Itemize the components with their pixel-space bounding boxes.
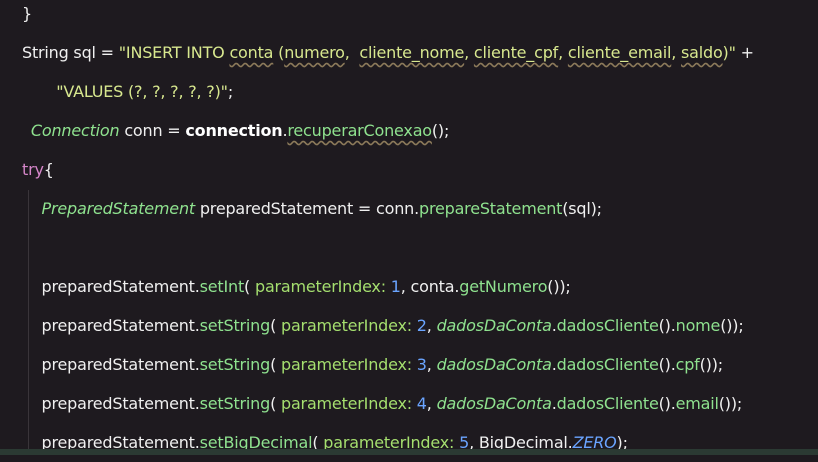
code-token: getNumero — [459, 277, 548, 296]
code-token: setInt — [199, 277, 245, 296]
code-line[interactable]: String sql = "INSERT INTO conta (numero,… — [22, 33, 754, 72]
code-token: 2 — [411, 316, 427, 335]
code-token: + — [735, 43, 754, 62]
code-token: ()); — [547, 277, 571, 296]
code-token: conta — [229, 43, 274, 62]
code-token: , — [671, 43, 681, 62]
code-token: } — [22, 4, 32, 23]
code-token: recuperarConexao — [287, 121, 432, 140]
code-token: , — [344, 43, 360, 62]
code-token: , — [426, 355, 437, 374]
horizontal-scrollbar[interactable] — [0, 449, 818, 455]
code-token: , — [464, 43, 474, 62]
code-line[interactable]: PreparedStatement preparedStatement = co… — [22, 189, 603, 228]
code-token: , — [426, 394, 437, 413]
code-token: ()); — [718, 394, 743, 413]
code-editor[interactable]: } String sql = "INSERT INTO conta (numero… — [0, 0, 818, 455]
code-token: email — [675, 394, 719, 413]
code-line[interactable]: preparedStatement.setString( parameterIn… — [22, 345, 724, 384]
code-token: cpf — [675, 355, 700, 374]
code-token: dadosDaConta — [436, 355, 552, 374]
code-line[interactable]: } — [22, 0, 32, 33]
code-line[interactable]: preparedStatement.setInt( parameterIndex… — [22, 267, 571, 306]
code-line[interactable]: preparedStatement.setBigDecimal( paramet… — [22, 423, 628, 462]
code-token: , — [426, 316, 437, 335]
code-token: connection — [185, 121, 283, 140]
code-token: numero — [284, 43, 345, 62]
code-token: preparedStatement. — [41, 316, 200, 335]
code-token: ( — [270, 394, 281, 413]
code-token: ( — [270, 316, 281, 335]
code-line[interactable]: preparedStatement.setString( parameterIn… — [22, 384, 743, 423]
code-token: preparedStatement. — [41, 394, 200, 413]
code-token: 4 — [411, 394, 427, 413]
code-token: setString — [199, 355, 271, 374]
code-token: dadosDaConta — [436, 316, 552, 335]
code-token: conn = — [119, 121, 186, 140]
code-token: "VALUES (?, ?, ?, ?, ?)" — [56, 82, 228, 101]
code-token: ()); — [720, 316, 744, 335]
code-token: cliente_nome — [359, 43, 465, 62]
code-token: preparedStatement. — [41, 355, 200, 374]
code-token: cliente_email — [567, 43, 672, 62]
code-token: PreparedStatement — [41, 199, 196, 218]
code-token: parameterIndex: — [254, 277, 386, 296]
code-line[interactable]: preparedStatement.setString( parameterIn… — [22, 306, 744, 345]
code-token: ( — [270, 355, 281, 374]
code-token: (). — [658, 394, 676, 413]
code-token: parameterIndex: — [281, 355, 412, 374]
code-token: String sql = — [22, 43, 119, 62]
code-line[interactable]: Connection conn = connection.recuperarCo… — [26, 111, 449, 150]
code-token: 3 — [411, 355, 427, 374]
code-token: nome — [675, 316, 721, 335]
code-token: try — [22, 160, 44, 179]
code-token: preparedStatement = conn. — [194, 199, 419, 218]
code-token: ; — [227, 82, 234, 101]
code-line[interactable]: try{ — [22, 150, 54, 189]
code-token: parameterIndex: — [281, 394, 412, 413]
code-token: , conta. — [400, 277, 460, 296]
code-token: "INSERT INTO — [118, 43, 230, 62]
code-token: setString — [199, 316, 271, 335]
code-token: prepareStatement — [418, 199, 563, 218]
code-token: { — [43, 160, 54, 179]
code-token: (). — [658, 355, 676, 374]
code-token: (sql); — [562, 199, 602, 218]
code-token: Connection — [30, 121, 120, 140]
code-token: ( — [273, 43, 285, 62]
code-line[interactable]: "VALUES (?, ?, ?, ?, ?)"; — [22, 72, 233, 111]
code-token: dadosCliente — [556, 355, 659, 374]
code-token: setString — [199, 394, 271, 413]
code-token: )" — [722, 43, 736, 62]
code-token: , — [558, 43, 568, 62]
code-token: (); — [431, 121, 450, 140]
code-token: 1 — [385, 277, 401, 296]
code-token: (). — [658, 316, 676, 335]
code-token: preparedStatement. — [41, 277, 200, 296]
code-token: cliente_cpf — [473, 43, 559, 62]
code-token: ()); — [699, 355, 724, 374]
code-token: dadosCliente — [556, 394, 659, 413]
code-token: ( — [244, 277, 255, 296]
code-token: saldo — [681, 43, 723, 62]
code-token: dadosDaConta — [436, 394, 552, 413]
code-token: parameterIndex: — [281, 316, 412, 335]
code-token: dadosCliente — [556, 316, 659, 335]
